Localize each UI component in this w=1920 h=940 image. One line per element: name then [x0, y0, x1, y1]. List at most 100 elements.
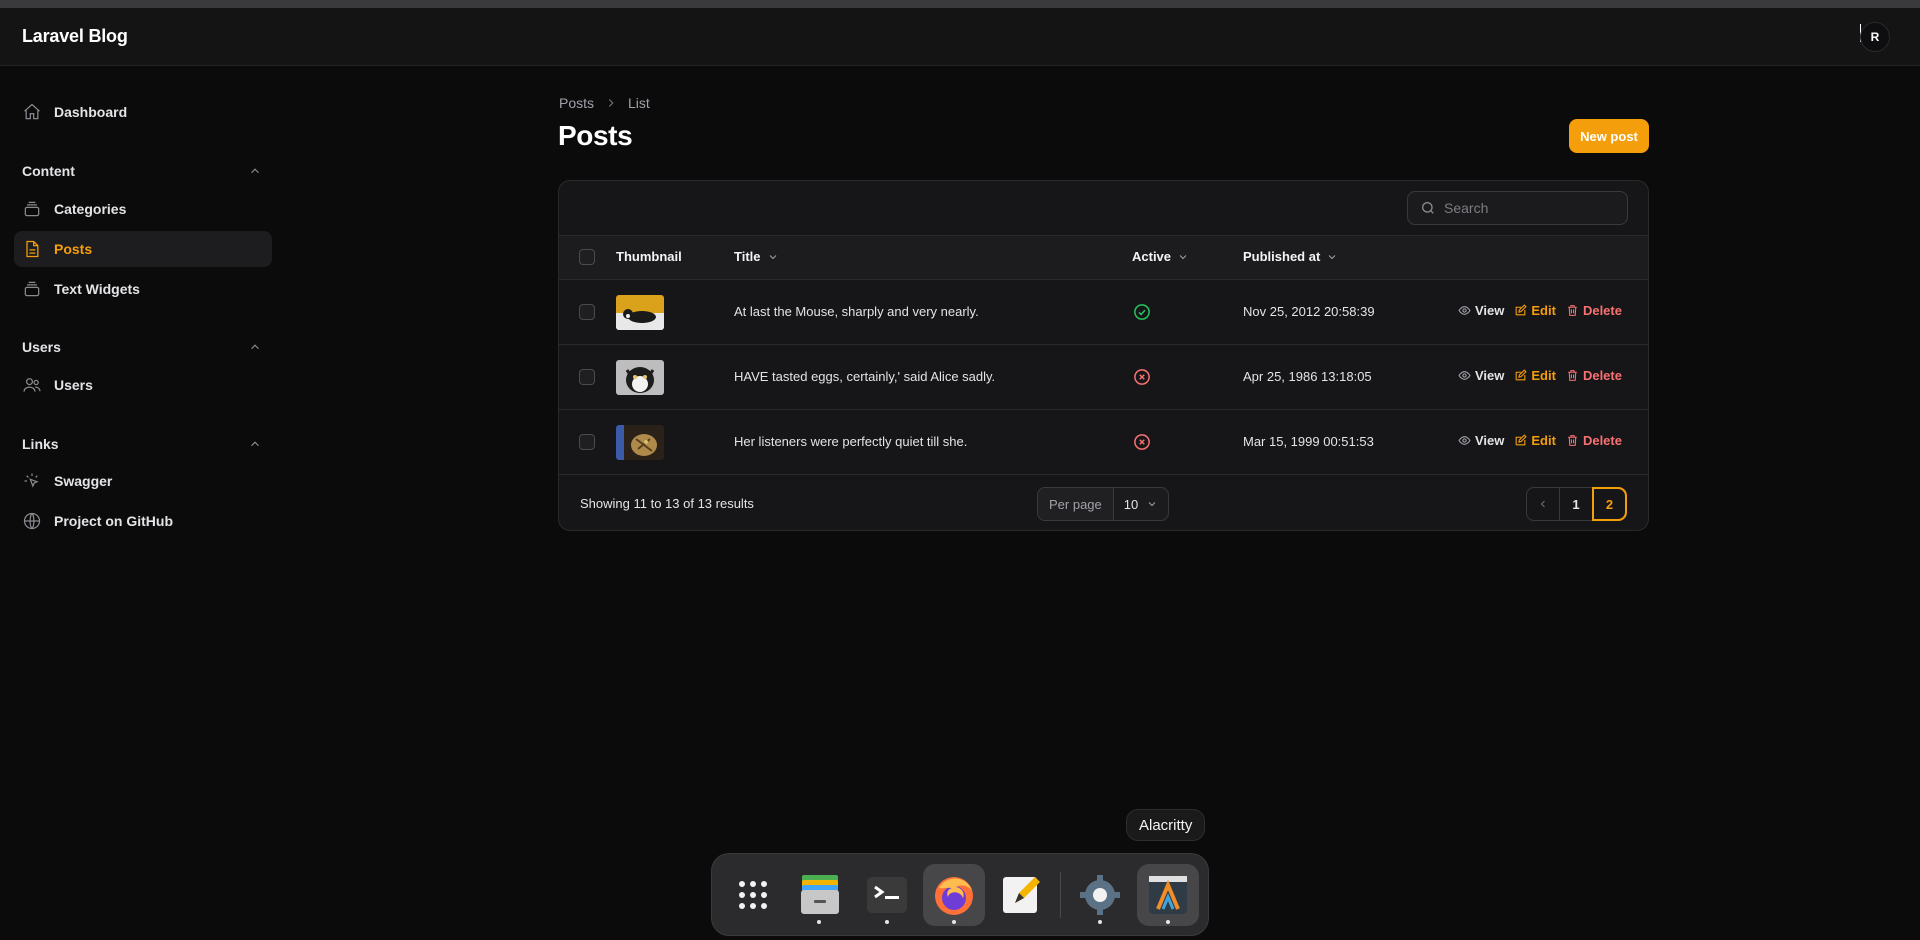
user-avatar[interactable]: R	[1860, 22, 1890, 52]
page-2-button[interactable]: 2	[1592, 487, 1627, 521]
post-title: At last the Mouse, sharply and very near…	[734, 304, 979, 319]
row-checkbox[interactable]	[579, 304, 595, 320]
chevron-down-icon	[1179, 254, 1187, 259]
search-box[interactable]	[1407, 191, 1628, 225]
row-actions: View Edit Delete	[1458, 433, 1622, 448]
view-button[interactable]: View	[1458, 433, 1504, 448]
trash-icon	[1568, 370, 1577, 381]
pagination: 1 2	[1526, 487, 1627, 521]
delete-button[interactable]: Delete	[1566, 368, 1622, 383]
files-icon[interactable]	[789, 864, 851, 926]
column-label: Active	[1132, 249, 1172, 264]
column-active[interactable]: Active	[1132, 249, 1189, 264]
table-row[interactable]: Her listeners were perfectly quiet till …	[559, 410, 1648, 475]
per-page-select[interactable]: Per page 10	[1037, 487, 1170, 521]
rectangle-stack-icon	[22, 199, 42, 219]
chevron-right-icon	[608, 99, 614, 107]
document-text-icon	[22, 239, 42, 259]
sidebar-group-users[interactable]: Users	[22, 337, 262, 357]
chevron-up-icon[interactable]	[248, 437, 262, 451]
sidebar-item-label: Categories	[54, 201, 127, 217]
column-published-at[interactable]: Published at	[1243, 249, 1338, 264]
edit-button[interactable]: Edit	[1514, 433, 1556, 448]
post-thumbnail[interactable]	[616, 425, 664, 460]
per-page-label: Per page	[1038, 488, 1114, 520]
delete-label: Delete	[1582, 433, 1622, 448]
eye-icon	[1458, 371, 1471, 380]
breadcrumb-posts[interactable]: Posts	[559, 95, 594, 111]
settings-icon[interactable]	[1069, 864, 1131, 926]
top-bar: Laravel Blog R	[0, 8, 1920, 66]
table-row[interactable]: At last the Mouse, sharply and very near…	[559, 280, 1648, 345]
cursor-click-icon	[22, 471, 42, 491]
text-editor-icon[interactable]	[990, 864, 1052, 926]
edit-button[interactable]: Edit	[1514, 303, 1556, 318]
delete-button[interactable]: Delete	[1566, 433, 1622, 448]
view-label: View	[1475, 368, 1505, 383]
eye-icon	[1458, 306, 1471, 315]
chevron-down-icon	[769, 254, 776, 259]
column-label: Published at	[1243, 249, 1321, 264]
row-actions: View Edit Delete	[1458, 368, 1622, 383]
table-header: Thumbnail Title Active Published at	[559, 236, 1648, 280]
edit-button[interactable]: Edit	[1514, 368, 1556, 383]
chevron-up-icon[interactable]	[248, 340, 262, 354]
sidebar-item-dashboard[interactable]: Dashboard	[14, 94, 272, 130]
group-label: Links	[22, 436, 59, 452]
page-1-button[interactable]: 1	[1560, 488, 1593, 520]
users-icon	[22, 375, 42, 395]
view-label: View	[1475, 303, 1505, 318]
view-button[interactable]: View	[1458, 303, 1504, 318]
breadcrumb: Posts List	[559, 95, 650, 111]
view-label: View	[1475, 433, 1505, 448]
chevron-down-icon	[1328, 254, 1336, 259]
row-checkbox[interactable]	[579, 434, 595, 450]
alacritty-icon[interactable]	[1137, 864, 1199, 926]
pencil-square-icon	[1516, 304, 1528, 316]
sidebar-group-content[interactable]: Content	[22, 161, 262, 181]
home-icon	[22, 102, 42, 122]
chevron-up-icon[interactable]	[248, 164, 262, 178]
select-all-checkbox[interactable]	[579, 249, 595, 265]
brand-title[interactable]: Laravel Blog	[22, 26, 128, 47]
post-thumbnail[interactable]	[616, 295, 664, 330]
new-post-button[interactable]: New post	[1569, 119, 1649, 153]
running-indicator	[817, 920, 821, 924]
delete-button[interactable]: Delete	[1566, 303, 1622, 318]
window-top-strip	[0, 0, 1920, 8]
row-actions: View Edit Delete	[1458, 303, 1622, 318]
terminal-icon[interactable]	[856, 864, 918, 926]
edit-label: Edit	[1531, 368, 1556, 383]
pencil-square-icon	[1516, 434, 1528, 446]
running-indicator	[1098, 920, 1102, 924]
app-grid-icon[interactable]	[722, 864, 784, 926]
sidebar-item-label: Posts	[54, 241, 93, 257]
sidebar-item-users[interactable]: Users	[14, 367, 272, 403]
post-thumbnail[interactable]	[616, 360, 664, 395]
per-page-number: 10	[1123, 496, 1139, 512]
sidebar-item-categories[interactable]: Categories	[14, 191, 272, 227]
column-title[interactable]: Title	[734, 249, 779, 264]
per-page-value[interactable]: 10	[1114, 497, 1168, 512]
sidebar-item-github[interactable]: Project on GitHub	[14, 503, 272, 539]
sidebar-item-label: Project on GitHub	[54, 513, 173, 529]
view-button[interactable]: View	[1458, 368, 1504, 383]
dock-separator	[1060, 872, 1061, 918]
sidebar-group-links[interactable]: Links	[22, 434, 262, 454]
sidebar-item-swagger[interactable]: Swagger	[14, 463, 272, 499]
firefox-icon[interactable]	[923, 864, 985, 926]
row-checkbox[interactable]	[579, 369, 595, 385]
chevron-down-icon	[1148, 502, 1156, 507]
delete-label: Delete	[1582, 368, 1622, 383]
edit-label: Edit	[1531, 303, 1556, 318]
sidebar-item-text-widgets[interactable]: Text Widgets	[14, 271, 272, 307]
running-indicator	[885, 920, 889, 924]
search-input[interactable]	[1444, 200, 1614, 216]
trash-icon	[1568, 305, 1577, 316]
sidebar-item-posts[interactable]: Posts	[14, 231, 272, 267]
table-row[interactable]: HAVE tasted eggs, certainly,' said Alice…	[559, 345, 1648, 410]
results-summary: Showing 11 to 13 of 13 results	[580, 496, 754, 511]
edit-label: Edit	[1531, 433, 1556, 448]
previous-page-button[interactable]	[1527, 488, 1560, 520]
group-label: Content	[22, 163, 75, 179]
